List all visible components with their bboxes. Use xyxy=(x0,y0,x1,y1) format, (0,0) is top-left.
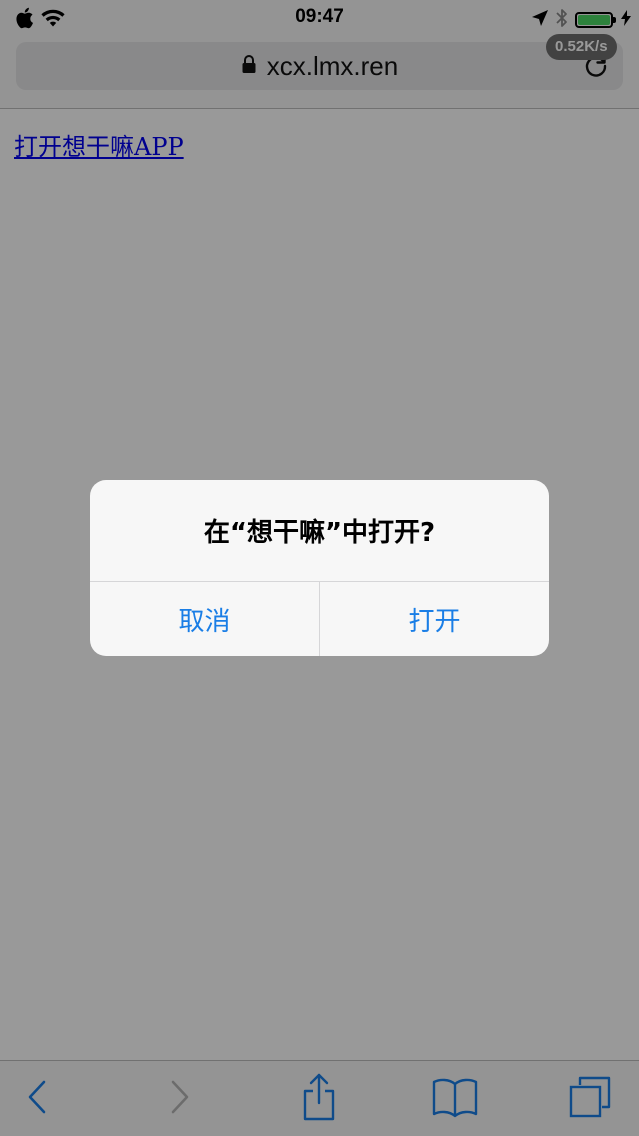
open-in-app-alert: 在“想干嘛”中打开? 取消 打开 xyxy=(90,480,549,656)
open-button[interactable]: 打开 xyxy=(320,582,549,656)
cancel-button[interactable]: 取消 xyxy=(90,582,319,656)
safari-screen: 09:47 0.52K/s xcx.lmx.ren 打开想干嘛APP 在“想干嘛… xyxy=(0,0,639,1136)
alert-title: 在“想干嘛”中打开? xyxy=(203,518,436,548)
